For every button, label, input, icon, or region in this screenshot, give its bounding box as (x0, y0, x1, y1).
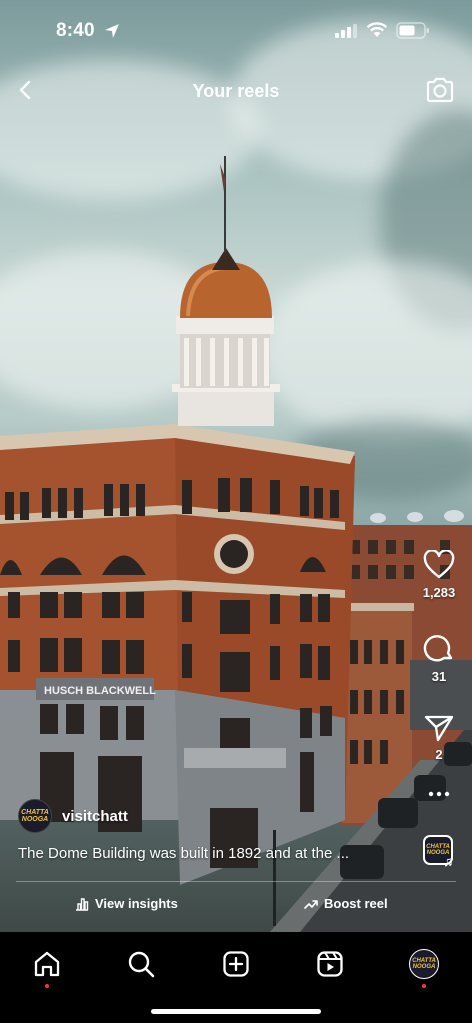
comment-bubble-icon (423, 635, 453, 662)
avatar-logo-text: CHATTA NOOGA (21, 809, 49, 823)
more-dots-icon (428, 791, 450, 797)
like-button[interactable]: 1,283 (416, 550, 462, 600)
comment-count: 31 (431, 669, 447, 684)
reel-footer-actions: View insights Boost reel (0, 896, 472, 920)
author-username[interactable]: visitchatt (62, 808, 128, 825)
tab-search[interactable] (119, 942, 163, 986)
battery-icon (396, 22, 429, 39)
share-button[interactable]: 2 (416, 714, 462, 762)
bar-chart-icon (75, 897, 89, 911)
tab-profile[interactable]: CHATTA NOOGA (402, 942, 446, 988)
profile-avatar: CHATTA NOOGA (409, 949, 439, 979)
search-icon (128, 951, 155, 978)
caption-divider (16, 881, 456, 882)
view-insights-label: View insights (95, 896, 178, 911)
building-illustration: HUSCH BLACKWELL (0, 156, 472, 932)
heart-icon (423, 550, 455, 579)
boost-reel-label: Boost reel (324, 896, 388, 911)
comment-button[interactable]: 31 (416, 632, 462, 684)
more-options-button[interactable] (416, 790, 462, 798)
view-insights-button[interactable]: View insights (75, 896, 178, 911)
camera-icon[interactable] (425, 76, 455, 104)
reels-icon (317, 951, 343, 977)
reel-video[interactable]: HUSCH BLACKWELL (0, 0, 472, 932)
profile-notification-dot (422, 984, 426, 988)
plus-square-icon (223, 951, 249, 977)
location-arrow-icon (105, 24, 119, 38)
send-paper-plane-icon (424, 715, 454, 742)
share-count: 2 (435, 747, 443, 762)
home-icon (34, 951, 60, 977)
tab-reels[interactable] (308, 942, 352, 986)
building-sign-text: HUSCH BLACKWELL (44, 685, 156, 697)
home-indicator (151, 1009, 321, 1014)
profile-avatar-text: CHATTA NOOGA (412, 958, 436, 970)
status-bar: 8:40 (0, 0, 472, 62)
reel-author[interactable]: CHATTA NOOGA visitchatt (18, 797, 128, 835)
home-notification-dot (45, 984, 49, 988)
page-title: Your reels (192, 81, 280, 101)
audio-track-button[interactable]: CHATTA NOOGA ♫ (423, 835, 454, 869)
reel-caption[interactable]: The Dome Building was built in 1892 and … (18, 845, 378, 862)
tab-home[interactable] (25, 942, 69, 988)
reels-header: Your reels (0, 70, 472, 114)
boost-reel-button[interactable]: Boost reel (304, 896, 388, 911)
music-note-icon: ♫ (443, 853, 454, 869)
author-avatar[interactable]: CHATTA NOOGA (18, 799, 52, 833)
like-count: 1,283 (422, 585, 456, 600)
tab-create[interactable] (214, 942, 258, 986)
status-time: 8:40 (56, 20, 95, 41)
cellular-signal-icon (335, 24, 357, 38)
trending-arrow-icon (304, 898, 318, 910)
wifi-icon (366, 22, 388, 37)
